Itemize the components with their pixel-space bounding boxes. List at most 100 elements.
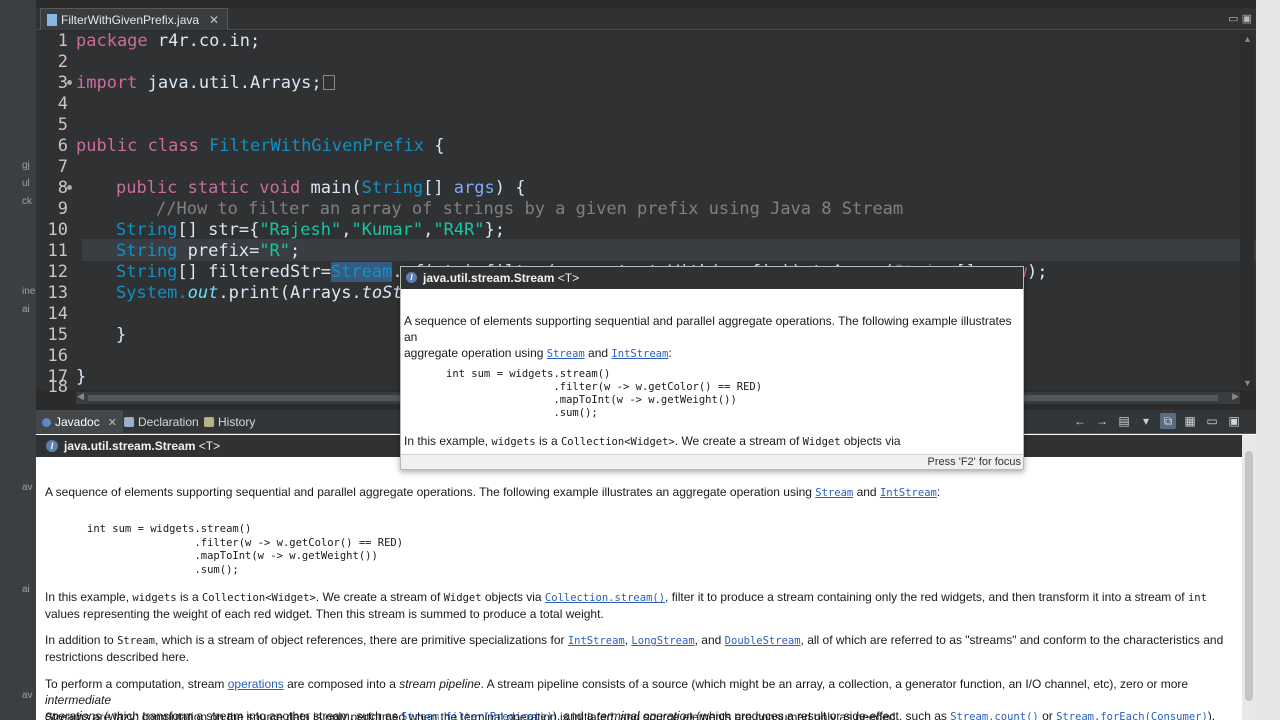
javadoc-paragraph: In addition to Stream, which is a stream… [45,633,1224,664]
link-intstream[interactable]: IntStream [611,348,668,360]
line-number: 13 [47,283,68,303]
interface-icon: I [406,272,417,283]
javadoc-paragraph: Streams are lazy; computation on the sou… [45,710,899,720]
left-view-strip: gj ul ck ine ai av ai av [0,0,36,720]
popup-header: I java.util.stream.Stream <T> [401,267,1023,289]
left-strip-fragment: gj [22,160,30,171]
forward-icon[interactable]: → [1094,413,1110,429]
code-line: 3 import java.util.Arrays; [36,73,1236,94]
left-strip-fragment: ck [22,196,32,207]
javadoc-paragraph: In this example, widgets is a Collection… [45,590,1207,621]
line-number: 12 [47,262,68,282]
left-strip-fragment: ine [22,286,36,297]
editor-tab-label: FilterWithGivenPrefix.java [61,12,200,27]
line-number: 2 [57,52,68,72]
scroll-left-icon[interactable]: ◀ [77,391,84,402]
interface-icon: I [46,440,58,452]
link-intstream[interactable]: IntStream [568,635,625,647]
back-icon[interactable]: ← [1072,413,1088,429]
javadoc-icon [42,417,51,427]
link-longstream[interactable]: LongStream [631,635,694,647]
popup-code-example: int sum = widgets.stream() .filter(w -> … [446,368,763,419]
javadoc-code-example: int sum = widgets.stream() .filter(w -> … [87,523,404,576]
scroll-down-icon[interactable]: ▼ [1243,378,1252,388]
link-with-selection-icon[interactable]: ⧉ [1160,413,1176,429]
tab-label: Declaration [138,415,199,429]
line-number: 15 [47,325,68,345]
code-line: 4 [36,94,1236,115]
line-number: 3 [57,73,68,93]
javadoc-scrollbar[interactable] [1242,435,1256,720]
line-number: 10 [47,220,68,240]
open-browser-icon[interactable]: ▤ [1116,413,1132,429]
history-icon [204,417,214,427]
line-number: 6 [57,136,68,156]
line-number: 8 [57,178,68,198]
link-stream[interactable]: Stream [547,348,585,360]
line-number: 14 [47,304,68,324]
editor-vertical-scrollbar[interactable]: ▲ ▼ [1240,34,1254,388]
tab-label: Javadoc [55,415,100,429]
javadoc-paragraph: A sequence of elements supporting sequen… [45,485,941,499]
editor-tab[interactable]: FilterWithGivenPrefix.java ✕ [40,8,229,30]
line-number: 1 [57,31,68,51]
line-number: 11 [47,241,68,261]
line-number: 16 [47,346,68,366]
popup-title: java.util.stream.Stream <T> [423,271,580,285]
left-strip-fragment: ai [22,304,30,315]
link-collection-stream[interactable]: Collection.stream() [545,592,665,604]
line-number: 4 [57,94,68,114]
line-number: 5 [57,115,68,135]
tab-history[interactable]: History [198,410,261,434]
editor-tab-bar: FilterWithGivenPrefix.java ✕ ▭ ▣ [36,8,1256,30]
fold-marker-icon[interactable] [67,185,72,190]
code-line: 7 [36,157,1236,178]
javadoc-hover-popup[interactable]: I java.util.stream.Stream <T> A sequence… [400,266,1024,470]
tab-label: History [218,415,256,429]
open-declaration-icon[interactable]: ▦ [1182,413,1198,429]
line-number: 7 [57,157,68,177]
dropdown-chevron-icon[interactable]: ▾ [1138,413,1154,429]
code-line: 10 String[] str={"Rajesh","Kumar","R4R"}; [36,220,1236,241]
link-operations[interactable]: operations [228,677,284,691]
minimize-icon[interactable]: ▭ [1204,413,1220,429]
focus-hint: Press 'F2' for focus [927,456,1021,468]
close-tab-icon[interactable]: ✕ [108,416,117,429]
code-line: 1 package r4r.co.in; [36,31,1236,52]
tab-javadoc[interactable]: Javadoc ✕ [36,410,123,434]
code-line: 2 [36,52,1236,73]
maximize-icon[interactable]: ▣ [1226,413,1242,429]
panel-toolbar: ← → ▤ ▾ ⧉ ▦ ▭ ▣ [1072,413,1242,429]
javadoc-view: I java.util.stream.Stream <T> A sequence… [36,435,1242,720]
collapsed-imports-icon[interactable] [322,75,335,90]
scroll-right-icon[interactable]: ▶ [1232,391,1239,402]
left-strip-fragment: av [22,482,33,493]
popup-status-bar: Press 'F2' for focus [401,454,1023,469]
code-line: 11 String prefix="R"; [36,241,1236,262]
link-stream[interactable]: Stream [815,487,853,499]
link-doublestream[interactable]: DoubleStream [725,635,801,647]
java-file-icon [47,13,57,26]
javadoc-title: java.util.stream.Stream <T> [64,439,221,453]
left-strip-fragment: ul [22,178,30,189]
close-tab-icon[interactable]: ✕ [209,13,219,27]
left-strip-fragment: av [22,690,33,701]
hovered-word[interactable]: Stream [330,262,393,282]
left-strip-fragment: ai [22,584,30,595]
declaration-icon [124,417,134,427]
popup-paragraph: In this example, widgets is a Collection… [404,434,901,448]
scrollbar-thumb[interactable] [1245,451,1253,701]
code-line: 8 public static void main(String[] args) … [36,178,1236,199]
popup-paragraph: A sequence of elements supporting sequen… [404,314,1012,360]
scroll-up-icon[interactable]: ▲ [1243,34,1252,44]
code-line: 6 public class FilterWithGivenPrefix { [36,136,1236,157]
link-intstream[interactable]: IntStream [880,487,937,499]
line-number: 9 [57,199,68,219]
code-line: 9//How to filter an array of strings by … [36,199,1236,220]
code-line: 5 [36,115,1236,136]
fold-marker-icon[interactable] [67,80,72,85]
tab-declaration[interactable]: Declaration [118,410,205,434]
editor-minimize-maximize-icons[interactable]: ▭ ▣ [1228,12,1252,25]
line-number: 18 [47,377,68,397]
right-edge-strip [1256,0,1280,720]
